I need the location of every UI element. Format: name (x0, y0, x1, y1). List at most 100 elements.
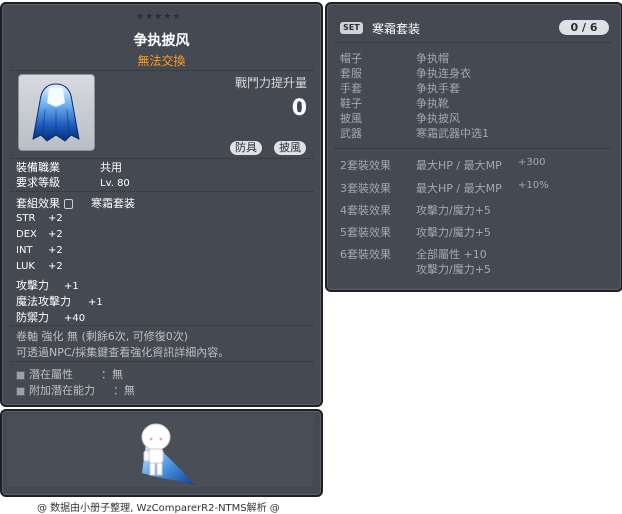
set-piece: 套服 争执连身衣 (340, 65, 471, 81)
potential-icon (16, 370, 25, 380)
tradeability-label: 無法交換 (137, 54, 186, 68)
level-value: Lv. 80 (100, 178, 130, 189)
bonus-potential-value: ：無 (113, 384, 135, 397)
set-effect-row: 套組效果 寒霜套装 (16, 195, 135, 211)
character-preview (141, 423, 194, 485)
stat-value: +1 (88, 297, 103, 308)
set-effect-label: 套組效果 (16, 197, 60, 210)
bonus-potential-icon (16, 386, 25, 396)
footer-credit: @ 数据由小册子整理, WzComparerR2-NTMS解析 @ (37, 503, 280, 514)
set-badge: SET (340, 22, 363, 34)
set-piece-item: 寒霜武器中选1 (416, 127, 489, 140)
set-effect: 5套裝效果 攻擊力/魔力+5 (340, 224, 491, 240)
set-tooltip: SET 寒霜套装 0 / 6 帽子 争执帽 套服 争执连身衣 手套 争执手套 鞋子 争执… (325, 2, 622, 292)
set-piece-item: 争执靴 (416, 97, 449, 110)
item-name: 争执披风 (133, 33, 190, 49)
stat-value: +2 (48, 213, 63, 224)
set-piece-slot: 武器 (340, 127, 362, 140)
stat-row: DEX +2 (16, 229, 63, 240)
set-piece-slot: 鞋子 (340, 97, 362, 110)
bonus-potential-row: 附加潛在能力 ：無 (16, 382, 135, 398)
power-increase-value: 0 (291, 96, 307, 121)
stat-name: 防禦力 (16, 311, 49, 324)
tag-armor: 防具 (230, 141, 262, 155)
power-increase-label: 戰鬥力提升量 (234, 76, 307, 90)
set-effect: 3套裝效果 最大HP / 最大MP +10% (340, 180, 549, 196)
set-effect-label: 2套裝效果 (340, 159, 391, 172)
set-effect-value: +300 (518, 157, 546, 168)
divider (10, 325, 313, 326)
stat-name: STR (16, 213, 36, 224)
preview-panel (0, 409, 323, 497)
stat-name: LUK (16, 261, 35, 272)
set-effect: 2套裝效果 最大HP / 最大MP +300 (340, 157, 545, 173)
job-label: 裝備職業 (16, 161, 60, 174)
potential-row: 潛在屬性 ：無 (16, 366, 123, 382)
set-piece-slot: 披風 (340, 112, 362, 125)
stat-row: 攻擊力 +1 (16, 277, 79, 293)
stat-value: +2 (48, 245, 63, 256)
set-piece: 武器 寒霜武器中选1 (340, 125, 489, 141)
set-piece-item: 争执披风 (416, 112, 460, 125)
stat-name: DEX (16, 229, 37, 240)
divider (335, 148, 611, 149)
stat-value: +2 (48, 229, 63, 240)
set-piece-slot: 帽子 (340, 52, 362, 65)
set-piece-slot: 手套 (340, 82, 362, 95)
divider (10, 191, 313, 192)
stat-value: +40 (64, 313, 86, 324)
set-effect-label: 5套裝效果 (340, 226, 391, 239)
set-piece: 手套 争执手套 (340, 80, 460, 96)
level-row: 要求等級 Lv. 80 (16, 174, 130, 190)
stat-name: INT (16, 245, 33, 256)
set-effect-stat: 攻擊力/魔力+5 (416, 226, 491, 239)
stat-row: STR +2 (16, 213, 63, 224)
preview-area (6, 415, 313, 487)
set-effect-label: 3套裝效果 (340, 182, 391, 195)
stat-value: +2 (48, 261, 63, 272)
stat-row: 魔法攻擊力 +1 (16, 293, 103, 309)
set-effect: 4套裝效果 攻擊力/魔力+5 (340, 202, 491, 218)
set-effect: 6套裝效果 全部屬性 +10 (340, 246, 487, 262)
upgrade-info: 卷軸 強化 無 (剩餘6次, 可修復0次) (16, 330, 189, 343)
divider (10, 70, 313, 71)
set-effect-stat: 最大HP / 最大MP (416, 182, 502, 195)
stat-name: 攻擊力 (16, 279, 49, 292)
set-effect-value: +10% (518, 180, 549, 191)
potential-value: ：無 (101, 368, 123, 381)
lock-icon (64, 199, 73, 209)
item-tooltip: ★★★★★ 争执披风 無法交換 戰鬥力提升量 0 防具 披風 裝備職業 共用 要求… (0, 2, 323, 407)
set-name: 寒霜套装 (372, 22, 421, 36)
divider (10, 361, 313, 362)
set-effect-value: 寒霜套装 (91, 197, 135, 210)
set-effect-stat: 攻擊力/魔力+5 (416, 204, 491, 217)
set-piece: 帽子 争执帽 (340, 50, 449, 66)
set-effect-label: 4套裝效果 (340, 204, 391, 217)
stat-row: INT +2 (16, 245, 63, 256)
stat-row: 防禦力 +40 (16, 309, 85, 325)
tag-cape: 披風 (274, 141, 306, 155)
set-piece-item: 争执手套 (416, 82, 460, 95)
divider (335, 42, 611, 43)
stat-row: LUK +2 (16, 261, 63, 272)
stat-name: 魔法攻擊力 (16, 295, 71, 308)
set-piece-item: 争执帽 (416, 52, 449, 65)
enhance-hint: 可透過NPC/採集鍵查看強化資訊詳細內容。 (16, 346, 230, 359)
set-count: 0 / 6 (559, 20, 609, 35)
set-piece-slot: 套服 (340, 67, 362, 80)
set-piece: 鞋子 争执靴 (340, 95, 449, 111)
potential-label: 潛在屬性 (29, 368, 73, 381)
stat-value: +1 (64, 281, 79, 292)
job-value: 共用 (100, 161, 122, 174)
set-effect-stat: 最大HP / 最大MP (416, 159, 502, 172)
cape-icon (18, 74, 95, 151)
set-effect-label: 6套裝效果 (340, 248, 391, 261)
star-rating: ★★★★★ (136, 12, 182, 22)
set-piece-item: 争执连身衣 (416, 67, 471, 80)
bonus-potential-label: 附加潛在能力 (29, 384, 95, 397)
job-row: 裝備職業 共用 (16, 159, 122, 175)
level-label: 要求等級 (16, 176, 60, 189)
set-piece: 披風 争执披风 (340, 110, 460, 126)
set-effect-stat2: 攻擊力/魔力+5 (416, 263, 491, 276)
set-effect-stat: 全部屬性 +10 (416, 248, 487, 261)
